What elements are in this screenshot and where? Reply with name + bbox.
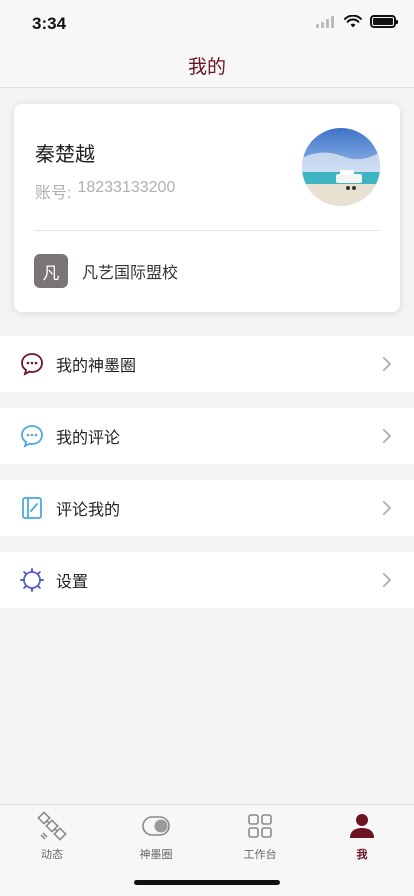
chevron-right-icon	[383, 501, 391, 515]
menu-label: 设置	[56, 574, 89, 591]
page-title: 我的	[187, 57, 226, 78]
menu-item-comments-on-me[interactable]: 评论我的	[0, 480, 414, 536]
tab-label: 我	[356, 849, 368, 861]
menu-label: 我的神墨圈	[56, 358, 137, 375]
menu-item-my-comments[interactable]: 我的评论	[0, 408, 414, 464]
menu-label: 我的评论	[56, 430, 121, 447]
status-bar: 3:34	[0, 0, 414, 44]
tab-me[interactable]: 我	[310, 811, 414, 865]
person-icon	[350, 814, 374, 838]
nav-bar: 我的	[0, 44, 414, 88]
home-indicator	[134, 880, 280, 885]
notebook-icon	[22, 497, 42, 519]
tab-circle[interactable]: 神墨圈	[104, 811, 208, 865]
tab-label: 神墨圈	[139, 849, 173, 861]
chat-bubble-dots-icon	[21, 353, 43, 376]
grid-icon	[248, 814, 272, 838]
status-time: 3:34	[32, 14, 67, 33]
battery-icon	[370, 15, 398, 28]
chevron-right-icon	[383, 573, 391, 587]
user-name: 秦楚越	[35, 144, 95, 166]
satellite-icon	[37, 811, 67, 841]
cellular-signal-icon	[316, 15, 336, 28]
gear-icon	[20, 568, 44, 592]
avatar-beach-image	[302, 128, 380, 206]
school-badge: 凡	[34, 254, 68, 288]
menu-item-settings[interactable]: 设置	[0, 552, 414, 608]
profile-card[interactable]: 秦楚越 账号: 18233133200 凡 凡艺国际盟校	[14, 104, 400, 312]
tab-workbench[interactable]: 工作台	[208, 811, 312, 865]
chevron-right-icon	[383, 429, 391, 443]
account-label: 账号:	[35, 185, 72, 202]
tab-label: 工作台	[243, 849, 277, 861]
school-name: 凡艺国际盟校	[82, 265, 179, 282]
menu-label: 评论我的	[56, 502, 121, 519]
account-row: 账号: 18233133200	[35, 179, 175, 203]
tab-feed[interactable]: 动态	[0, 811, 104, 865]
toggle-icon	[142, 816, 170, 836]
avatar[interactable]	[302, 128, 380, 206]
school-row[interactable]: 凡 凡艺国际盟校	[34, 254, 178, 288]
card-divider	[34, 230, 380, 231]
wifi-icon	[344, 15, 362, 28]
account-number: 18233133200	[77, 179, 176, 196]
status-icons	[316, 15, 398, 28]
tab-label: 动态	[41, 849, 63, 861]
menu-item-my-circle[interactable]: 我的神墨圈	[0, 336, 414, 392]
chevron-right-icon	[383, 357, 391, 371]
comment-bubble-icon	[21, 425, 43, 448]
